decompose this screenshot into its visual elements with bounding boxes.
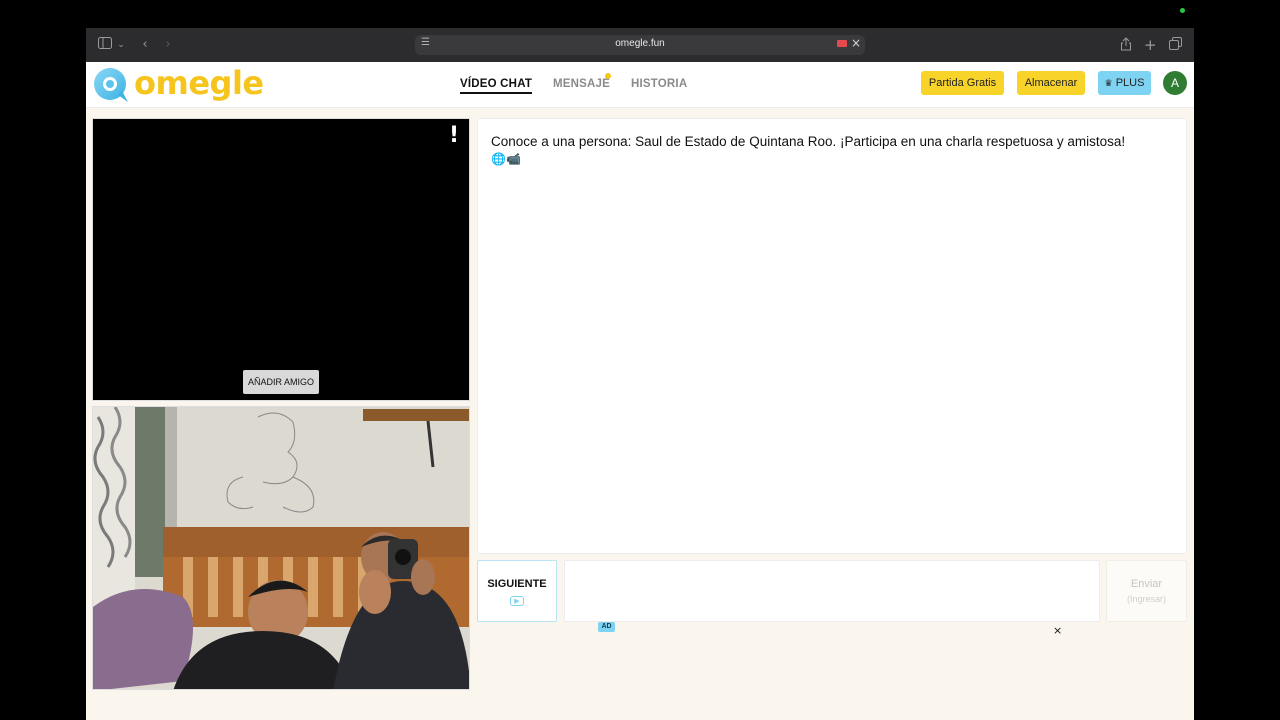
- chevron-down-icon[interactable]: ⌄: [116, 37, 126, 53]
- chat-panel: Conoce a una persona: Saul de Estado de …: [477, 118, 1187, 554]
- plus-label: PLUS: [1115, 77, 1145, 89]
- partida-gratis-button[interactable]: Partida Gratis: [921, 71, 1004, 95]
- nav-historia[interactable]: HISTORIA: [631, 78, 687, 90]
- sidebar-icon[interactable]: [98, 37, 112, 53]
- crown-icon: ♛: [1104, 78, 1113, 88]
- add-friend-button[interactable]: AÑADIR AMIGO: [243, 370, 319, 394]
- ad-badge: AD: [598, 622, 615, 632]
- tabs-overview-icon[interactable]: [1168, 37, 1182, 53]
- remote-video: ! AÑADIR AMIGO: [92, 118, 470, 401]
- url-text[interactable]: omegle.fun: [415, 38, 865, 49]
- site-header: omegle VÍDEO CHAT MENSAJE HISTORIA Parti…: [86, 62, 1194, 108]
- plus-button[interactable]: ♛ PLUS: [1098, 71, 1151, 95]
- browser-toolbar: ⌄ ‹ › ☰ omegle.fun × +: [86, 28, 1194, 62]
- logo-bubble-icon: [94, 68, 128, 102]
- send-hint: (Ingresar): [1126, 594, 1166, 604]
- local-video: [92, 406, 470, 690]
- chat-system-message: Conoce a una persona: Saul de Estado de …: [491, 134, 1126, 149]
- browser-window: ⌄ ‹ › ☰ omegle.fun × + omegle VÍDEO CHAT…: [86, 28, 1194, 720]
- screen: ⌄ ‹ › ☰ omegle.fun × + omegle VÍDEO CHAT…: [0, 0, 1280, 720]
- play-icon: ▶: [510, 596, 524, 606]
- new-tab-icon[interactable]: +: [1144, 37, 1157, 53]
- status-indicator: [1180, 8, 1185, 13]
- back-icon[interactable]: ‹: [139, 37, 151, 53]
- address-bar[interactable]: ☰ omegle.fun ×: [415, 35, 865, 55]
- avatar[interactable]: A: [1163, 71, 1187, 95]
- close-icon[interactable]: ×: [851, 36, 861, 50]
- ad-close-icon[interactable]: ×: [1053, 624, 1062, 637]
- send-button[interactable]: Enviar (Ingresar): [1106, 560, 1187, 622]
- share-icon[interactable]: [1120, 37, 1132, 53]
- almacenar-button[interactable]: Almacenar: [1017, 71, 1085, 95]
- camera-recording-icon[interactable]: [837, 40, 847, 47]
- chat-emojis: 🌐📹: [491, 152, 521, 166]
- forward-icon[interactable]: ›: [162, 37, 174, 53]
- next-label: SIGUIENTE: [487, 578, 547, 590]
- omegle-logo[interactable]: omegle: [92, 64, 264, 104]
- nav-mensaje[interactable]: MENSAJE: [553, 78, 610, 90]
- nav-video-chat[interactable]: VÍDEO CHAT: [460, 78, 533, 94]
- notification-dot: [605, 73, 611, 79]
- report-button[interactable]: !: [449, 123, 459, 148]
- webcam-feed-image: [93, 407, 469, 689]
- send-label: Enviar: [1130, 578, 1163, 590]
- message-input[interactable]: [564, 560, 1100, 622]
- logo-wordmark: omegle: [134, 64, 264, 102]
- next-button[interactable]: SIGUIENTE ▶: [477, 560, 557, 622]
